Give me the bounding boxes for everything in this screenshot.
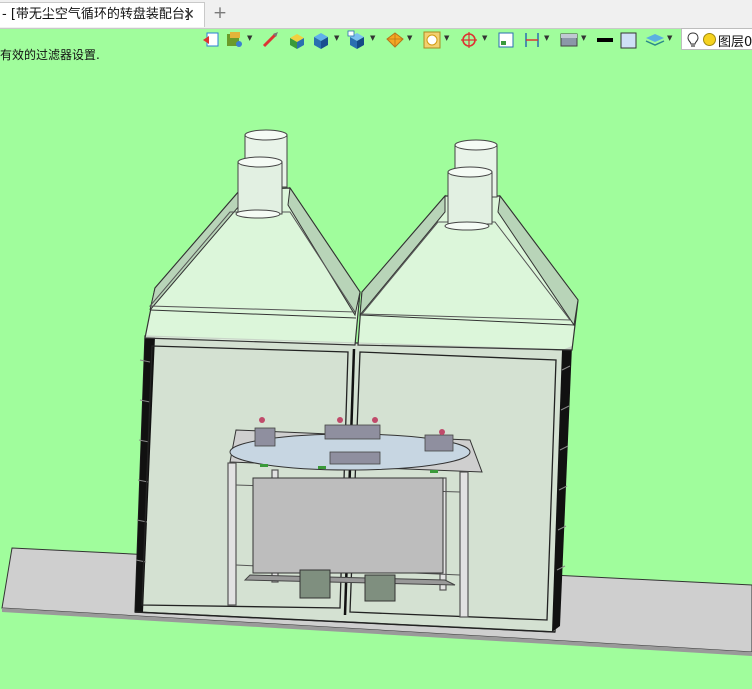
exhaust-pipes — [235, 129, 498, 231]
chevron-down-icon[interactable]: ▼ — [581, 33, 587, 43]
chevron-down-icon[interactable]: ▼ — [667, 33, 673, 43]
document-tab[interactable]: - [带无尘空气循环的转盘装配台] ✕ — [0, 2, 205, 27]
tab-bar: - [带无尘空气循环的转盘装配台] ✕ + — [0, 0, 752, 29]
chevron-down-icon[interactable]: ▼ — [247, 33, 253, 43]
solid-render-icon[interactable] — [310, 30, 332, 50]
view-toolbar: ▼ ▼ ▼ ▼ ▼ ▼ ▼ ▼ ▼ — [196, 28, 752, 52]
layer-color-icon — [703, 33, 716, 46]
3d-viewport[interactable] — [0, 52, 752, 689]
surface-icon[interactable] — [558, 30, 580, 50]
add-tab-icon[interactable]: + — [212, 3, 228, 23]
chevron-down-icon[interactable]: ▼ — [407, 33, 413, 43]
layer-name: 图层0 — [718, 35, 752, 50]
appearance-icon[interactable] — [384, 30, 406, 50]
layers-icon[interactable] — [644, 30, 666, 50]
material-icon[interactable] — [224, 30, 246, 50]
lightbulb-icon — [687, 32, 699, 47]
chevron-down-icon[interactable]: ▼ — [370, 33, 376, 43]
chevron-down-icon[interactable]: ▼ — [544, 33, 550, 43]
view-cube-icon[interactable] — [346, 30, 368, 50]
dimension-icon[interactable] — [521, 30, 543, 50]
chevron-down-icon[interactable]: ▼ — [334, 33, 340, 43]
layer-selector[interactable]: 图层0 — [681, 28, 752, 50]
document-tab-title: - [带无尘空气循环的转盘装配台] — [2, 7, 190, 22]
measure-icon[interactable] — [260, 30, 282, 50]
fill-color-icon[interactable] — [618, 30, 640, 50]
box-render-icon[interactable] — [286, 30, 308, 50]
line-color-icon[interactable] — [594, 30, 616, 50]
chevron-down-icon[interactable]: ▼ — [482, 33, 488, 43]
sphere-render-icon[interactable] — [421, 30, 443, 50]
view-back-icon[interactable] — [200, 30, 222, 50]
frame-icon[interactable] — [495, 30, 517, 50]
chevron-down-icon[interactable]: ▼ — [444, 33, 450, 43]
close-icon[interactable]: ✕ — [181, 3, 197, 27]
target-icon[interactable] — [458, 30, 480, 50]
